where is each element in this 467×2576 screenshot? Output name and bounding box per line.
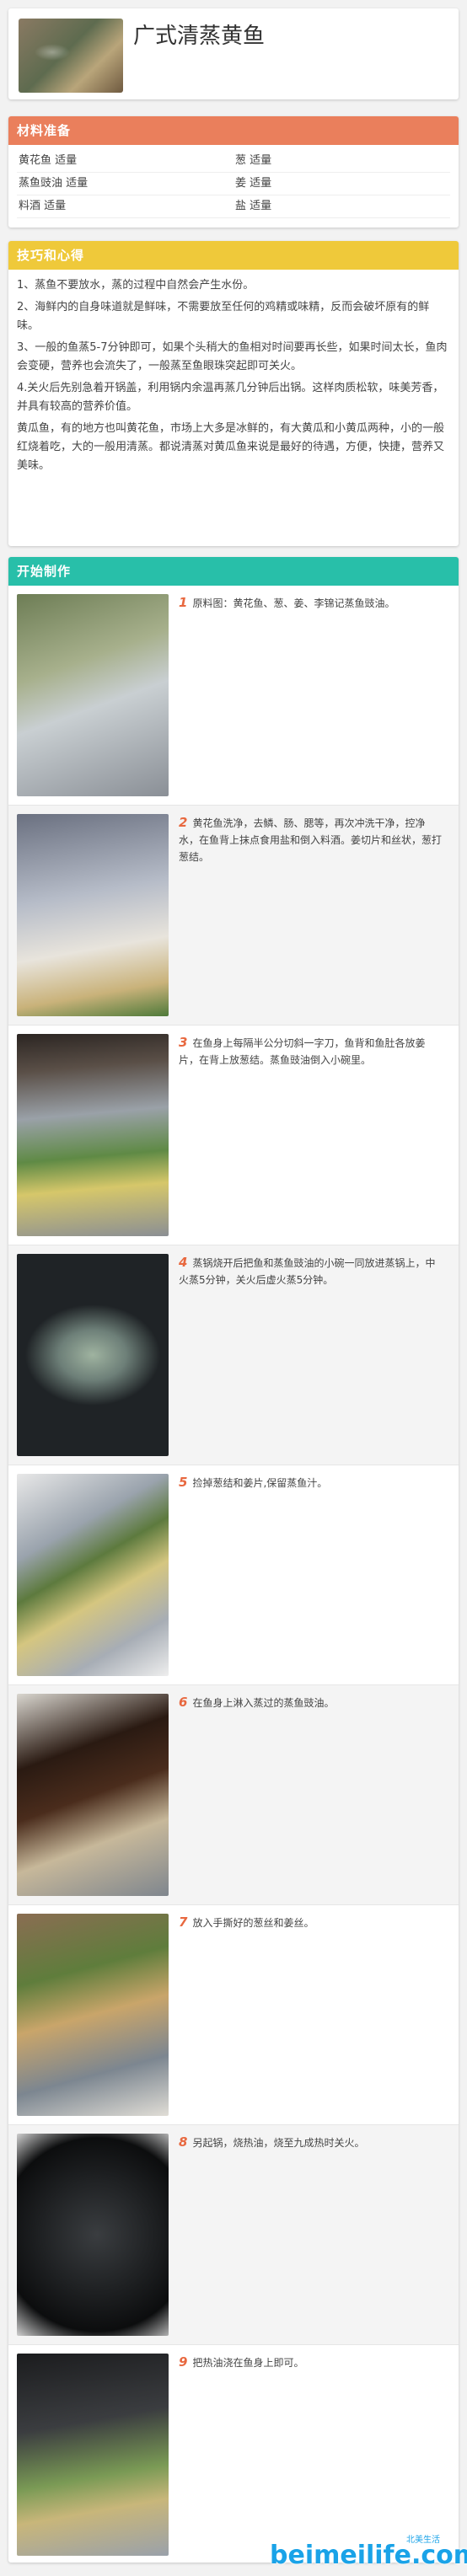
step-text: 3 在鱼身上每隔半公分切斜一字刀，鱼背和鱼肚各放姜片，在背上放葱结。蒸鱼豉油倒入小… — [179, 1034, 445, 1068]
step-number: 9 — [179, 2354, 188, 2370]
step-description: 在鱼身上每隔半公分切斜一字刀，鱼背和鱼肚各放姜片，在背上放葱结。蒸鱼豉油倒入小碗… — [179, 1037, 426, 1066]
ingredient-item: 黄花鱼 适量 — [19, 154, 78, 167]
tip-paragraph: 黄瓜鱼，有的地方也叫黄花鱼，市场上大多是冰鲜的，有大黄瓜和小黄瓜两种，小的一般红… — [17, 422, 445, 472]
tip-paragraph: 2、海鲜内的自身味道就是鲜味，不需要放至任何的鸡精或味精，反而会破坏原有的鲜味。 — [17, 301, 430, 332]
ingredients-card: 材料准备 黄花鱼 适量 葱 适量 蒸鱼豉油 适量 姜 适量 料酒 适量 盐 适量 — [8, 116, 459, 228]
step-text: 4 蒸锅烧开后把鱼和蒸鱼豉油的小碗一同放进蒸锅上，中火蒸5分钟，关火后虚火蒸5分钟… — [179, 1254, 445, 1288]
step-item: 8 另起锅，烧热油，烧至九成热时关火。 — [8, 2125, 459, 2345]
step-photo — [17, 2134, 169, 2336]
step-item: 3 在鱼身上每隔半公分切斜一字刀，鱼背和鱼肚各放姜片，在背上放葱结。蒸鱼豉油倒入小… — [8, 1026, 459, 1245]
step-item: 4 蒸锅烧开后把鱼和蒸鱼豉油的小碗一同放进蒸锅上，中火蒸5分钟，关火后虚火蒸5分钟… — [8, 1245, 459, 1465]
step-number: 7 — [179, 1915, 188, 1930]
watermark-domain: beimeilife.com — [270, 2541, 467, 2570]
step-number: 4 — [179, 1255, 188, 1270]
step-description: 蒸锅烧开后把鱼和蒸鱼豉油的小碗一同放进蒸锅上，中火蒸5分钟，关火后虚火蒸5分钟。 — [179, 1257, 436, 1286]
step-photo — [17, 1474, 169, 1676]
tip-paragraph: 1、蒸鱼不要放水，蒸的过程中自然会产生水份。 — [17, 279, 255, 292]
tips-heading: 技巧和心得 — [8, 241, 459, 270]
step-item: 1 原料图：黄花鱼、葱、姜、李锦记蒸鱼豉油。 — [8, 586, 459, 806]
step-description: 捡掉葱结和姜片,保留蒸鱼汁。 — [192, 1477, 328, 1489]
step-item: 7 放入手撕好的葱丝和姜丝。 — [8, 1905, 459, 2125]
step-number: 6 — [179, 1695, 188, 1710]
ingredient-row: 料酒 适量 盐 适量 — [17, 195, 450, 218]
step-photo — [17, 1254, 169, 1456]
step-number: 5 — [179, 1475, 188, 1490]
step-number: 8 — [179, 2134, 188, 2150]
ingredient-row: 蒸鱼豉油 适量 姜 适量 — [17, 173, 450, 195]
ingredients-table: 黄花鱼 适量 葱 适量 蒸鱼豉油 适量 姜 适量 料酒 适量 盐 适量 — [8, 145, 459, 218]
ingredient-item: 葱 适量 — [235, 154, 272, 167]
step-text: 8 另起锅，烧热油，烧至九成热时关火。 — [179, 2134, 445, 2151]
steps-card: 开始制作 1 原料图：黄花鱼、葱、姜、李锦记蒸鱼豉油。 2 黄花鱼洗净，去鳞、肠、腮… — [8, 557, 459, 2563]
step-item: 2 黄花鱼洗净，去鳞、肠、腮等，再次冲洗干净，控净水，在鱼背上抹点食用盐和倒入料酒… — [8, 806, 459, 1026]
step-number: 2 — [179, 815, 188, 830]
step-text: 1 原料图：黄花鱼、葱、姜、李锦记蒸鱼豉油。 — [179, 594, 445, 612]
step-text: 5 捡掉葱结和姜片,保留蒸鱼汁。 — [179, 1474, 445, 1492]
tips-card: 技巧和心得 1、蒸鱼不要放水，蒸的过程中自然会产生水份。 2、海鲜内的自身味道就… — [8, 241, 459, 546]
ingredient-item: 料酒 适量 — [19, 200, 67, 212]
step-item: 9 把热油浇在鱼身上即可。 — [8, 2345, 459, 2563]
step-text: 9 把热油浇在鱼身上即可。 — [179, 2354, 445, 2371]
ingredient-item: 盐 适量 — [235, 200, 272, 212]
step-text: 6 在鱼身上淋入蒸过的蒸鱼豉油。 — [179, 1694, 445, 1711]
recipe-thumbnail — [19, 19, 123, 93]
step-description: 把热油浇在鱼身上即可。 — [192, 2357, 304, 2369]
step-text: 2 黄花鱼洗净，去鳞、肠、腮等，再次冲洗干净，控净水，在鱼背上抹点食用盐和倒入料酒… — [179, 814, 445, 865]
step-photo — [17, 1694, 169, 1896]
step-number: 3 — [179, 1035, 188, 1050]
step-item: 6 在鱼身上淋入蒸过的蒸鱼豉油。 — [8, 1685, 459, 1905]
step-text: 7 放入手撕好的葱丝和姜丝。 — [179, 1914, 445, 1931]
step-item: 5 捡掉葱结和姜片,保留蒸鱼汁。 — [8, 1465, 459, 1685]
step-description: 放入手撕好的葱丝和姜丝。 — [192, 1917, 314, 1929]
step-photo — [17, 594, 169, 796]
step-number: 1 — [179, 595, 188, 610]
step-description: 黄花鱼洗净，去鳞、肠、腮等，再次冲洗干净，控净水，在鱼背上抹点食用盐和倒入料酒。… — [179, 817, 443, 863]
steps-heading: 开始制作 — [8, 557, 459, 586]
ingredient-row: 黄花鱼 适量 葱 适量 — [17, 150, 450, 173]
tips-body: 1、蒸鱼不要放水，蒸的过程中自然会产生水份。 2、海鲜内的自身味道就是鲜味，不需… — [8, 270, 459, 475]
ingredient-item: 蒸鱼豉油 适量 — [19, 177, 89, 190]
recipe-header: 广式清蒸黄鱼 — [8, 8, 459, 99]
ingredient-item: 姜 适量 — [235, 177, 272, 190]
tip-paragraph: 4.关火后先别急着开锅盖，利用锅内余温再蒸几分钟后出锅。这样肉质松软，味美芳香，… — [17, 382, 444, 413]
tip-paragraph: 3、一般的鱼蒸5-7分钟即可，如果个头稍大的鱼相对时间要再长些，如果时间太长，鱼… — [17, 341, 448, 372]
step-photo — [17, 1914, 169, 2116]
step-description: 原料图：黄花鱼、葱、姜、李锦记蒸鱼豉油。 — [192, 597, 395, 609]
step-photo — [17, 814, 169, 1016]
step-description: 另起锅，烧热油，烧至九成热时关火。 — [192, 2137, 365, 2149]
page-title: 广式清蒸黄鱼 — [133, 24, 266, 49]
step-photo — [17, 2354, 169, 2556]
step-photo — [17, 1034, 169, 1236]
step-description: 在鱼身上淋入蒸过的蒸鱼豉油。 — [192, 1697, 335, 1709]
ingredients-heading: 材料准备 — [8, 116, 459, 145]
